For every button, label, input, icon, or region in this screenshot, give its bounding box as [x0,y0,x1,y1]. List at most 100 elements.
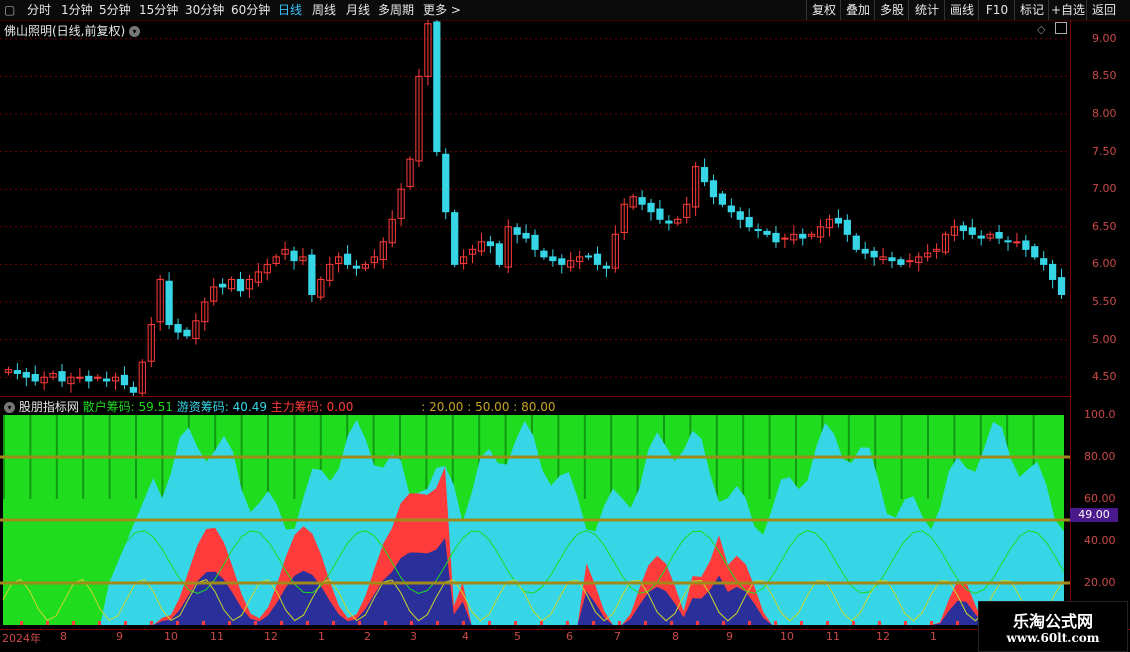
toolbar-collapse-icon[interactable]: ▢ [4,2,15,18]
candle-body [745,216,753,228]
date-axis-label: 2 [364,630,371,643]
date-axis-label: 2024年 [2,632,41,645]
price-chart[interactable] [0,12,1070,400]
f10-button[interactable]: F10 [978,0,1015,20]
candle-body [1022,240,1030,250]
candle-body [343,253,352,265]
hot-chip-label: 游资筹码: [176,400,229,414]
candle-body [352,265,361,269]
overlay-button[interactable]: 叠加 [840,0,875,20]
bottom-tick [956,621,959,625]
candle-body [58,371,66,382]
period-tab-timeshare[interactable]: 分时 [27,2,51,18]
bottom-tick [566,621,569,625]
price-axis-label: 4.50 [1092,370,1117,384]
period-tab-60min[interactable]: 60分钟 [231,2,270,18]
bottom-tick [46,621,49,625]
candle-body [754,229,762,232]
candle-body [888,257,896,262]
watermark-title: 乐淘公式网 [1012,612,1093,631]
period-tab-5min[interactable]: 5分钟 [99,2,131,18]
date-axis-label: 9 [726,630,733,643]
period-tab-multi[interactable]: 多周期 [378,2,414,18]
window-toggle-icon[interactable] [1055,22,1067,34]
indicator-panel[interactable] [0,397,1070,629]
candle-body [852,235,860,250]
stock-title: 佛山照明(日线,前复权) ▾ [4,22,141,39]
bottom-tick [670,621,673,625]
date-axis-label: 10 [164,630,178,643]
mark-button[interactable]: 标记 [1014,0,1049,20]
period-tab-30min[interactable]: 30分钟 [185,2,224,18]
bottom-tick [514,621,517,625]
multi-stock-button[interactable]: 多股 [874,0,909,20]
period-tab-15min[interactable]: 15分钟 [139,2,178,18]
candle-body [638,197,646,205]
candle-body [558,258,566,265]
candle-body [129,386,138,393]
add-watchlist-button[interactable]: +自选 [1048,0,1087,20]
date-axis-label: 9 [116,630,123,643]
candle-body [977,235,985,239]
price-axis-label: 5.50 [1092,295,1117,308]
period-tab-daily[interactable]: 日线 [278,2,302,18]
watermark-logo: 乐淘公式网 www.60lt.com [978,601,1128,652]
candle-body [772,232,780,243]
indicator-axis-label: 40.00 [1084,534,1116,547]
level-values: : 20.00 : 50.00 : 80.00 [421,400,556,414]
bottom-tick [280,621,283,625]
indicator-axis-label: 100.0 [1084,408,1116,421]
period-tab-monthly[interactable]: 月线 [346,2,370,18]
diamond-icon[interactable]: ◇ [1037,23,1045,36]
candle-body [602,265,611,269]
bottom-tick [618,621,621,625]
candle-body [486,241,495,247]
candle-body [433,21,441,153]
candle-body [451,212,459,265]
candle-body [799,233,807,239]
candle-body [870,250,878,258]
candle-body [763,230,771,235]
candle-body [76,376,84,379]
period-tab-more[interactable]: 更多 > [423,2,461,18]
candle-body [665,220,673,224]
candle-body [290,250,298,262]
candle-body [513,227,521,235]
main-chip-value: 0.00 [326,400,354,414]
candle-body [1031,246,1039,258]
stats-button[interactable]: 统计 [908,0,945,20]
indicator-name: 股朋指标网 [18,400,79,414]
date-axis-label: 8 [60,630,67,643]
indicator-plot [0,415,1070,625]
date-axis-label: 8 [672,630,679,643]
bottom-tick [358,621,361,625]
bottom-tick [306,621,309,625]
back-button[interactable]: 返回 [1086,0,1121,20]
price-axis-label: 5.00 [1092,332,1117,346]
indicator-axis-label: 20.00 [1084,576,1116,589]
candle-body [1040,258,1048,265]
bottom-tick [124,621,127,625]
bottom-tick [696,621,699,625]
period-tab-weekly[interactable]: 周线 [312,2,336,18]
bottom-tick [384,621,387,625]
chevron-down-icon[interactable]: ▾ [4,402,15,413]
candle-body [700,167,709,183]
bottom-tick [644,621,647,625]
stock-title-text: 佛山照明(日线,前复权) [4,24,126,38]
price-axis-label: 8.00 [1092,107,1117,120]
draw-line-button[interactable]: 画线 [944,0,979,20]
period-tab-1min[interactable]: 1分钟 [61,2,93,18]
candle-body [219,283,227,288]
bottom-tick [462,621,465,625]
chevron-down-icon[interactable]: ▾ [129,26,141,37]
price-axis-label: 6.50 [1092,219,1117,233]
adjust-button[interactable]: 复权 [806,0,841,20]
candle-body [1048,263,1057,280]
date-axis-label: 1 [318,630,325,643]
bottom-tick [202,621,205,625]
date-axis-label: 7 [614,630,621,643]
price-axis-label: 7.00 [1092,182,1117,196]
bottom-tick [774,621,777,625]
price-axis-label: 9.00 [1092,31,1117,45]
